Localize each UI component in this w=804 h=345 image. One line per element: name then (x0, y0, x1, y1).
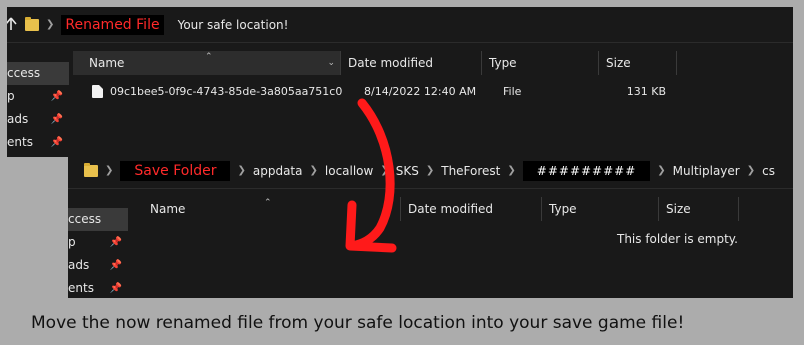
column-header-type[interactable]: Type (542, 197, 659, 221)
file-size: 131 KB (626, 84, 666, 98)
column-header-label: Size (666, 202, 691, 216)
breadcrumb-cs[interactable]: cs (762, 164, 775, 178)
safe-location-text[interactable]: Your safe location! (178, 18, 289, 32)
column-header-name[interactable]: ⌃ Name ⌄ (73, 51, 341, 75)
breadcrumb-chevron-icon: ❯ (507, 165, 516, 176)
navigation-pane: ccess p 📌 ads 📌 ents 📌 (68, 208, 128, 298)
nav-item-label: ads (68, 258, 90, 272)
file-type: File (503, 84, 522, 98)
file-date: 8/14/2022 12:40 AM (364, 84, 477, 98)
nav-item-desktop[interactable]: p 📌 (68, 231, 128, 254)
nav-item-desktop[interactable]: p 📌 (7, 85, 69, 108)
nav-item-documents[interactable]: ents 📌 (68, 277, 128, 298)
column-header-label: Size (606, 56, 631, 70)
nav-item-label: p (7, 89, 15, 103)
address-bar[interactable]: ❯ Renamed File Your safe location! (7, 7, 793, 43)
nav-item-label: p (68, 235, 76, 249)
breadcrumb-chevron-icon: ❯ (237, 165, 246, 176)
instruction-caption: Move the now renamed file from your safe… (31, 313, 685, 333)
nav-item-quick-access[interactable]: ccess (7, 62, 69, 85)
column-header-label: Name (89, 56, 125, 70)
column-header-date[interactable]: Date modified (341, 51, 482, 75)
column-header-label: Type (489, 56, 517, 70)
breadcrumb-sks[interactable]: SKS (396, 164, 419, 178)
breadcrumb-chevron-icon: ❯ (46, 19, 55, 30)
nav-item-documents[interactable]: ents 📌 (7, 131, 69, 154)
renamed-file-label: Renamed File (61, 14, 164, 35)
nav-item-label: ents (68, 281, 94, 295)
pin-icon: 📌 (109, 237, 122, 248)
column-header-label: Name (150, 202, 186, 216)
safe-location-explorer: ❯ Renamed File Your safe location! ccess… (7, 7, 793, 157)
breadcrumb-chevron-icon: ❯ (105, 165, 114, 176)
breadcrumb-locallow[interactable]: locallow (325, 164, 373, 178)
column-header-date[interactable]: Date modified (401, 197, 542, 221)
breadcrumb-chevron-icon: ❯ (380, 165, 389, 176)
chevron-down-icon[interactable]: ⌄ (327, 51, 335, 75)
breadcrumb-redacted-id[interactable]: ######### (522, 160, 651, 181)
column-header-label: Type (549, 202, 577, 216)
pin-icon: 📌 (50, 91, 63, 102)
nav-item-label: ents (7, 135, 33, 149)
folder-icon (84, 162, 98, 177)
save-folder-explorer: ❯ Save Folder ❯ appdata ❯ locallow ❯ SKS… (68, 153, 793, 298)
save-folder-label: Save Folder (120, 160, 231, 181)
breadcrumb-chevron-icon: ❯ (425, 165, 435, 176)
sort-caret-icon: ⌃ (264, 198, 272, 208)
nav-item-quick-access[interactable]: ccess (68, 208, 128, 231)
navigation-pane: ccess p 📌 ads 📌 ents 📌 (7, 62, 69, 154)
folder-icon (25, 16, 39, 31)
nav-item-label: ads (7, 112, 29, 126)
column-header-label: Date modified (408, 202, 494, 216)
nav-item-label: ccess (7, 66, 41, 80)
file-row[interactable]: 09c1bee5-0f9c-4743-85de-3a805aa751c0 8/1… (92, 80, 666, 102)
file-name: 09c1bee5-0f9c-4743-85de-3a805aa751c0 (110, 84, 343, 98)
pin-icon: 📌 (109, 260, 122, 271)
up-arrow-icon[interactable] (7, 17, 17, 31)
file-icon (92, 84, 103, 98)
column-header-size[interactable]: Size (599, 51, 677, 75)
breadcrumb-chevron-icon: ❯ (309, 165, 318, 176)
breadcrumb-multiplayer[interactable]: Multiplayer (673, 164, 740, 178)
breadcrumb-theforest[interactable]: TheForest (441, 164, 500, 178)
column-headers: ⌃ Name Date modified Type Size (134, 197, 739, 221)
pin-icon: 📌 (109, 283, 122, 294)
empty-folder-message: This folder is empty. (617, 232, 738, 246)
nav-item-downloads[interactable]: ads 📌 (7, 108, 69, 131)
breadcrumb-chevron-icon: ❯ (746, 165, 756, 176)
column-header-size[interactable]: Size (659, 197, 739, 221)
breadcrumb-chevron-icon: ❯ (657, 165, 666, 176)
breadcrumb-appdata[interactable]: appdata (253, 164, 303, 178)
pin-icon: 📌 (50, 114, 63, 125)
address-bar[interactable]: ❯ Save Folder ❯ appdata ❯ locallow ❯ SKS… (68, 153, 793, 189)
nav-item-label: ccess (68, 212, 102, 226)
column-header-label: Date modified (348, 56, 434, 70)
column-headers: ⌃ Name ⌄ Date modified Type Size (73, 51, 677, 75)
sort-caret-icon: ⌃ (205, 52, 213, 62)
column-header-name[interactable]: ⌃ Name (134, 197, 401, 221)
column-header-type[interactable]: Type (482, 51, 599, 75)
nav-item-downloads[interactable]: ads 📌 (68, 254, 128, 277)
pin-icon: 📌 (50, 137, 63, 148)
